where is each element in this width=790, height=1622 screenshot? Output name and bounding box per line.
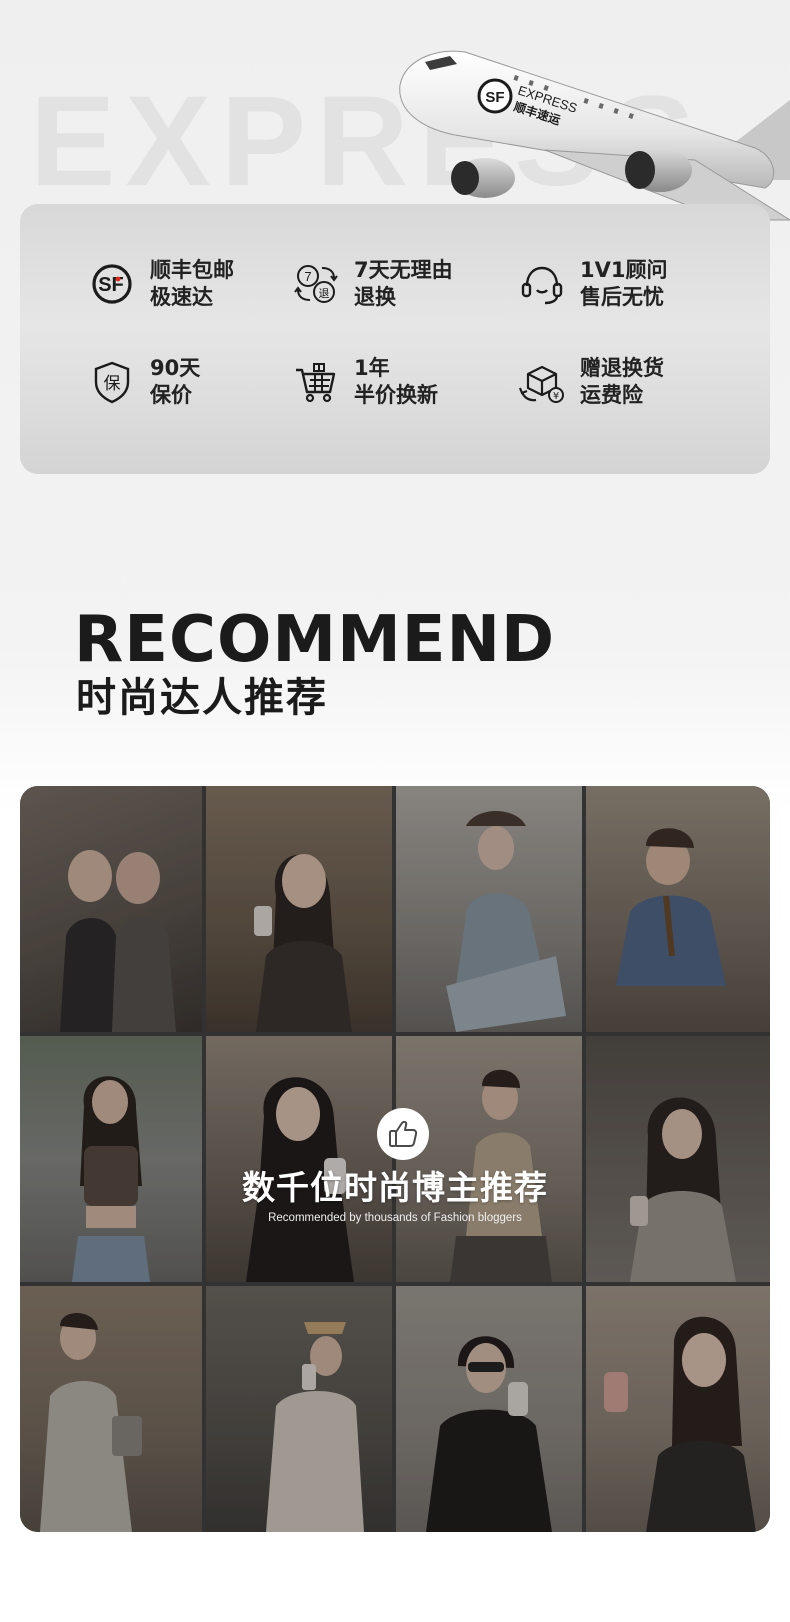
blogger-photo[interactable] (586, 1286, 770, 1532)
svg-text:保: 保 (104, 374, 121, 394)
blogger-photo[interactable] (206, 1286, 392, 1532)
service-line2: 售后无忧 (580, 285, 664, 309)
blogger-photo[interactable] (20, 786, 202, 1032)
svg-text:7: 7 (304, 269, 311, 284)
blogger-photo[interactable] (396, 1036, 582, 1282)
service-guarantee-card: SF 顺丰包邮 极速达 7 退 7天无理由 退换 1V1顾问 售后无忧 保 90… (20, 204, 770, 474)
blogger-photo[interactable] (396, 1286, 582, 1532)
service-line1: 顺丰包邮 (150, 258, 234, 282)
seven-day-return-icon: 7 退 (292, 260, 340, 308)
sf-airplane-image: SF EXPRESS 顺丰速运 (399, 50, 790, 221)
service-line1: 7天无理由 (354, 258, 453, 282)
recommend-subtitle: 时尚达人推荐 (76, 675, 328, 721)
service-line2: 半价换新 (354, 383, 438, 407)
service-item-half-price-renewal: 1年 半价换新 (292, 352, 512, 412)
svg-text:退: 退 (319, 287, 330, 300)
blogger-photo[interactable] (586, 786, 770, 1032)
thumbs-up-badge[interactable] (377, 1108, 429, 1160)
shopping-cart-icon (292, 358, 340, 406)
return-box-icon: ¥ (518, 358, 566, 406)
svg-text:SF: SF (98, 274, 124, 296)
blogger-photo[interactable] (396, 786, 582, 1032)
blogger-photo[interactable] (20, 1286, 202, 1532)
service-line2: 退换 (354, 285, 396, 309)
service-item-sf-shipping: SF 顺丰包邮 极速达 (88, 254, 308, 314)
service-line1: 1V1顾问 (580, 258, 668, 282)
blogger-photo[interactable] (20, 1036, 202, 1282)
recommend-title: RECOMMEND (74, 603, 556, 677)
service-line2: 运费险 (580, 383, 643, 407)
service-item-seven-day-return: 7 退 7天无理由 退换 (292, 254, 512, 314)
blogger-photo[interactable] (206, 786, 392, 1032)
grid-caption-en: Recommended by thousands of Fashion blog… (268, 1212, 522, 1224)
service-line2: 极速达 (150, 285, 213, 309)
blogger-photo[interactable] (206, 1036, 392, 1282)
service-line1: 1年 (354, 356, 390, 380)
svg-text:¥: ¥ (553, 391, 559, 402)
shield-icon: 保 (88, 358, 136, 406)
service-item-advisor: 1V1顾问 售后无忧 (518, 254, 738, 314)
service-item-return-shipping-insurance: ¥ 赠退换货 运费险 (518, 352, 738, 412)
sf-logo-icon: SF (88, 260, 136, 308)
thumbs-up-icon (389, 1120, 418, 1147)
service-line2: 保价 (150, 383, 192, 407)
plane-logo-mark: SF (485, 89, 504, 106)
service-line1: 90天 (150, 356, 201, 380)
service-item-price-protection: 保 90天 保价 (88, 352, 308, 412)
service-line1: 赠退换货 (580, 356, 664, 380)
blogger-photo[interactable] (586, 1036, 770, 1282)
grid-caption: 数千位时尚博主推荐 (242, 1168, 548, 1207)
headset-icon (518, 260, 566, 308)
